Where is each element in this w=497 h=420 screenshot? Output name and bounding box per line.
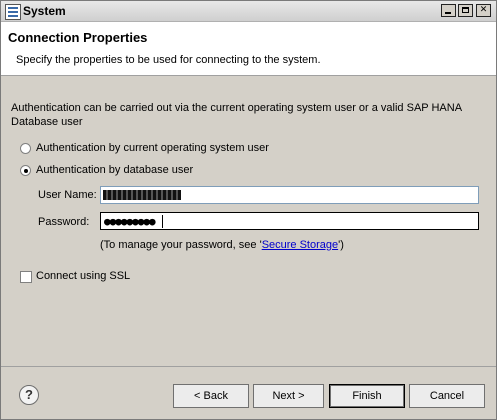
maximize-icon [462, 7, 469, 13]
radio-db-user-button[interactable] [20, 165, 31, 176]
close-icon: ✕ [479, 5, 488, 15]
close-button[interactable]: ✕ [476, 4, 491, 17]
manage-password-note: (To manage your password, see 'Secure St… [100, 239, 344, 251]
redacted-username [103, 190, 181, 200]
auth-intro-text: Authentication can be carried out via th… [11, 102, 462, 128]
radio-db-user-label: Authentication by database user [36, 164, 194, 176]
ssl-checkbox-label: Connect using SSL [36, 270, 131, 282]
manage-note-prefix: (To manage your password, see ' [100, 239, 262, 251]
ssl-checkbox[interactable] [20, 271, 32, 283]
radio-os-user-label: Authentication by current operating syst… [36, 142, 269, 154]
help-icon[interactable]: ? [19, 385, 39, 405]
footer-divider [1, 366, 496, 367]
system-dialog: System ✕ Connection Properties Specify t… [0, 0, 497, 420]
wizard-header: Connection Properties Specify the proper… [1, 22, 496, 76]
radio-selected-dot [24, 169, 28, 173]
radio-os-user-button[interactable] [20, 143, 31, 154]
minimize-icon [445, 12, 451, 14]
finish-button[interactable]: Finish [329, 384, 405, 408]
secure-storage-link[interactable]: Secure Storage [262, 239, 338, 251]
minimize-button[interactable] [441, 4, 456, 17]
page-title: Connection Properties [8, 30, 148, 45]
password-label: Password: [38, 216, 90, 228]
manage-note-suffix: ') [338, 239, 344, 251]
window-title: System [23, 4, 66, 18]
cancel-button[interactable]: Cancel [409, 384, 485, 408]
title-bar[interactable]: System ✕ [1, 1, 496, 22]
password-mask: ●●●●●●●●● [104, 215, 156, 228]
back-button[interactable]: < Back [173, 384, 249, 408]
page-description: Specify the properties to be used for co… [16, 54, 321, 66]
system-window-icon [5, 4, 21, 20]
password-input[interactable]: ●●●●●●●●● [100, 212, 479, 230]
user-name-input[interactable] [100, 186, 479, 204]
text-caret [162, 215, 163, 228]
next-button[interactable]: Next > [253, 384, 324, 408]
user-name-label: User Name: [38, 189, 97, 201]
maximize-button[interactable] [458, 4, 473, 17]
wizard-body: Authentication can be carried out via th… [1, 76, 496, 366]
